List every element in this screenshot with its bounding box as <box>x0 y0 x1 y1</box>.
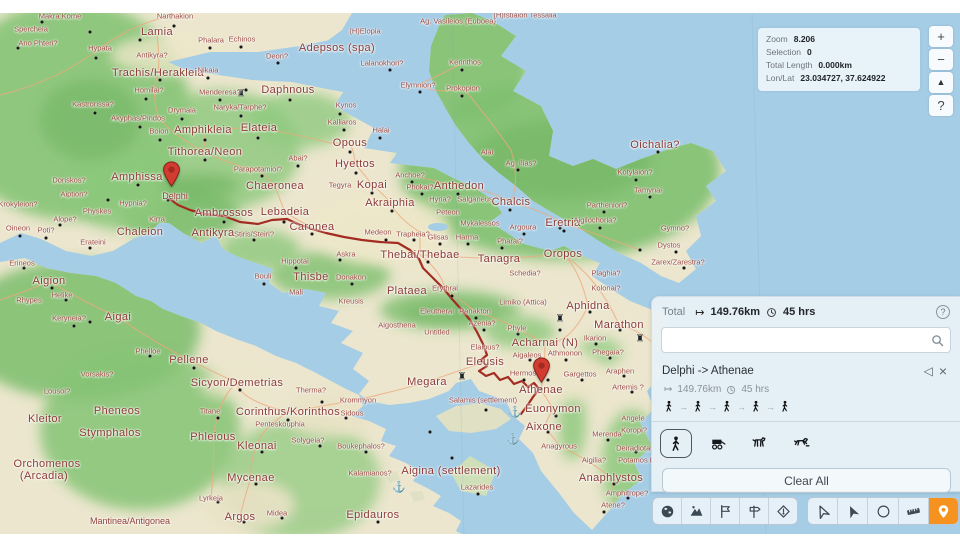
toolbar-signpost-button[interactable] <box>739 498 768 524</box>
transport-mode-row <box>652 422 960 464</box>
top-strip <box>0 0 960 13</box>
status-value: 8.206 <box>794 33 815 46</box>
flag-icon <box>718 504 733 519</box>
globe-icon <box>660 504 675 519</box>
total-distance: 149.76km <box>710 306 760 318</box>
clock-icon <box>766 307 777 318</box>
status-label: Selection <box>766 46 801 59</box>
transport-mode-cart[interactable] <box>702 429 734 458</box>
circle-icon <box>876 504 891 519</box>
ruler-icon <box>906 504 921 519</box>
arrow-icon: → <box>766 402 775 412</box>
pin-icon <box>936 504 951 519</box>
transport-mode-fast-horse[interactable] <box>786 429 818 458</box>
status-value: 0 <box>807 46 812 59</box>
route-time: 45 hrs <box>741 384 769 395</box>
waypoint-icon <box>776 504 791 519</box>
route-panel: Total ↦ 149.76km 45 hrs ? Delphi -> Athe… <box>651 296 960 492</box>
zoom-out-button[interactable]: − <box>929 49 953 70</box>
status-row: Zoom 8.206 <box>766 33 912 46</box>
map-status-box: Zoom8.206Selection0Total Length0.000kmLo… <box>758 28 920 91</box>
route-entry-stats: ↦ 149.76km 45 hrs <box>652 381 960 395</box>
toolbar-waypoint-button[interactable] <box>768 498 797 524</box>
arrow-icon: → <box>679 402 688 412</box>
map-app: ♜♜♜♜⚓⚓⚓ Makra KomeNarthakionSpercheiaAno… <box>0 0 960 540</box>
signpost-icon <box>747 504 762 519</box>
compass-button[interactable]: ▲ <box>929 72 953 93</box>
bottom-strip <box>0 534 960 540</box>
toolbar-pin-button[interactable] <box>928 498 958 524</box>
toolbar-terrain-button[interactable] <box>681 498 710 524</box>
walk-mode-icon <box>692 400 704 413</box>
walk-mode-icon <box>663 400 675 413</box>
route-leg-modes: → → → → <box>652 395 960 421</box>
toolbar-circle-button[interactable] <box>867 498 897 524</box>
search-icon[interactable] <box>931 334 944 347</box>
search-input[interactable] <box>668 333 931 347</box>
toolbar-cursor-filled-button[interactable] <box>837 498 867 524</box>
distance-icon: ↦ <box>695 306 704 319</box>
arrow-icon: → <box>737 402 746 412</box>
total-time: 45 hrs <box>783 306 815 318</box>
status-value: 23.034727, 37.624922 <box>800 72 885 85</box>
status-row: Selection 0 <box>766 46 912 59</box>
transport-mode-horse[interactable] <box>744 429 776 458</box>
cursor-outline-icon <box>815 504 830 519</box>
distance-icon: ↦ <box>664 384 672 395</box>
status-label: Total Length <box>766 59 812 72</box>
toolbar-ruler-button[interactable] <box>898 498 928 524</box>
tools-toolbar <box>807 497 959 525</box>
zoom-in-button[interactable]: + <box>929 26 953 47</box>
route-totals-header: Total ↦ 149.76km 45 hrs ? <box>652 297 960 325</box>
status-row: Lon/Lat 23.034727, 37.624922 <box>766 72 912 85</box>
status-value: 0.000km <box>818 59 852 72</box>
walk-mode-icon <box>721 400 733 413</box>
route-distance: 149.76km <box>677 384 721 395</box>
walk-mode-icon <box>779 400 791 413</box>
toolbar-flag-button[interactable] <box>710 498 739 524</box>
toolbar-globe-button[interactable] <box>653 498 681 524</box>
status-row: Total Length 0.000km <box>766 59 912 72</box>
clear-all-button[interactable]: Clear All <box>662 468 951 493</box>
clock-icon <box>726 385 736 395</box>
panel-help-button[interactable]: ? <box>936 305 950 319</box>
terrain-icon <box>689 504 704 519</box>
map-controls: + − ▲ ? <box>929 26 953 116</box>
route-title: Delphi -> Athenae <box>662 365 754 377</box>
cursor-filled-icon <box>845 504 860 519</box>
walk-mode-icon <box>750 400 762 413</box>
status-label: Lon/Lat <box>766 72 794 85</box>
arrow-icon: → <box>708 402 717 412</box>
search-box <box>661 327 951 353</box>
transport-mode-walk[interactable] <box>660 429 692 458</box>
close-route-button[interactable]: × <box>936 363 950 379</box>
lake-hylike <box>428 223 448 231</box>
layers-toolbar <box>652 497 798 525</box>
toolbar-cursor-outline-button[interactable] <box>808 498 837 524</box>
collapse-route-button[interactable]: ◁ <box>921 364 936 378</box>
status-label: Zoom <box>766 33 788 46</box>
route-entry-header: Delphi -> Athenae ◁ × <box>652 361 960 381</box>
total-label: Total <box>662 306 685 318</box>
map-help-button[interactable]: ? <box>929 95 953 116</box>
